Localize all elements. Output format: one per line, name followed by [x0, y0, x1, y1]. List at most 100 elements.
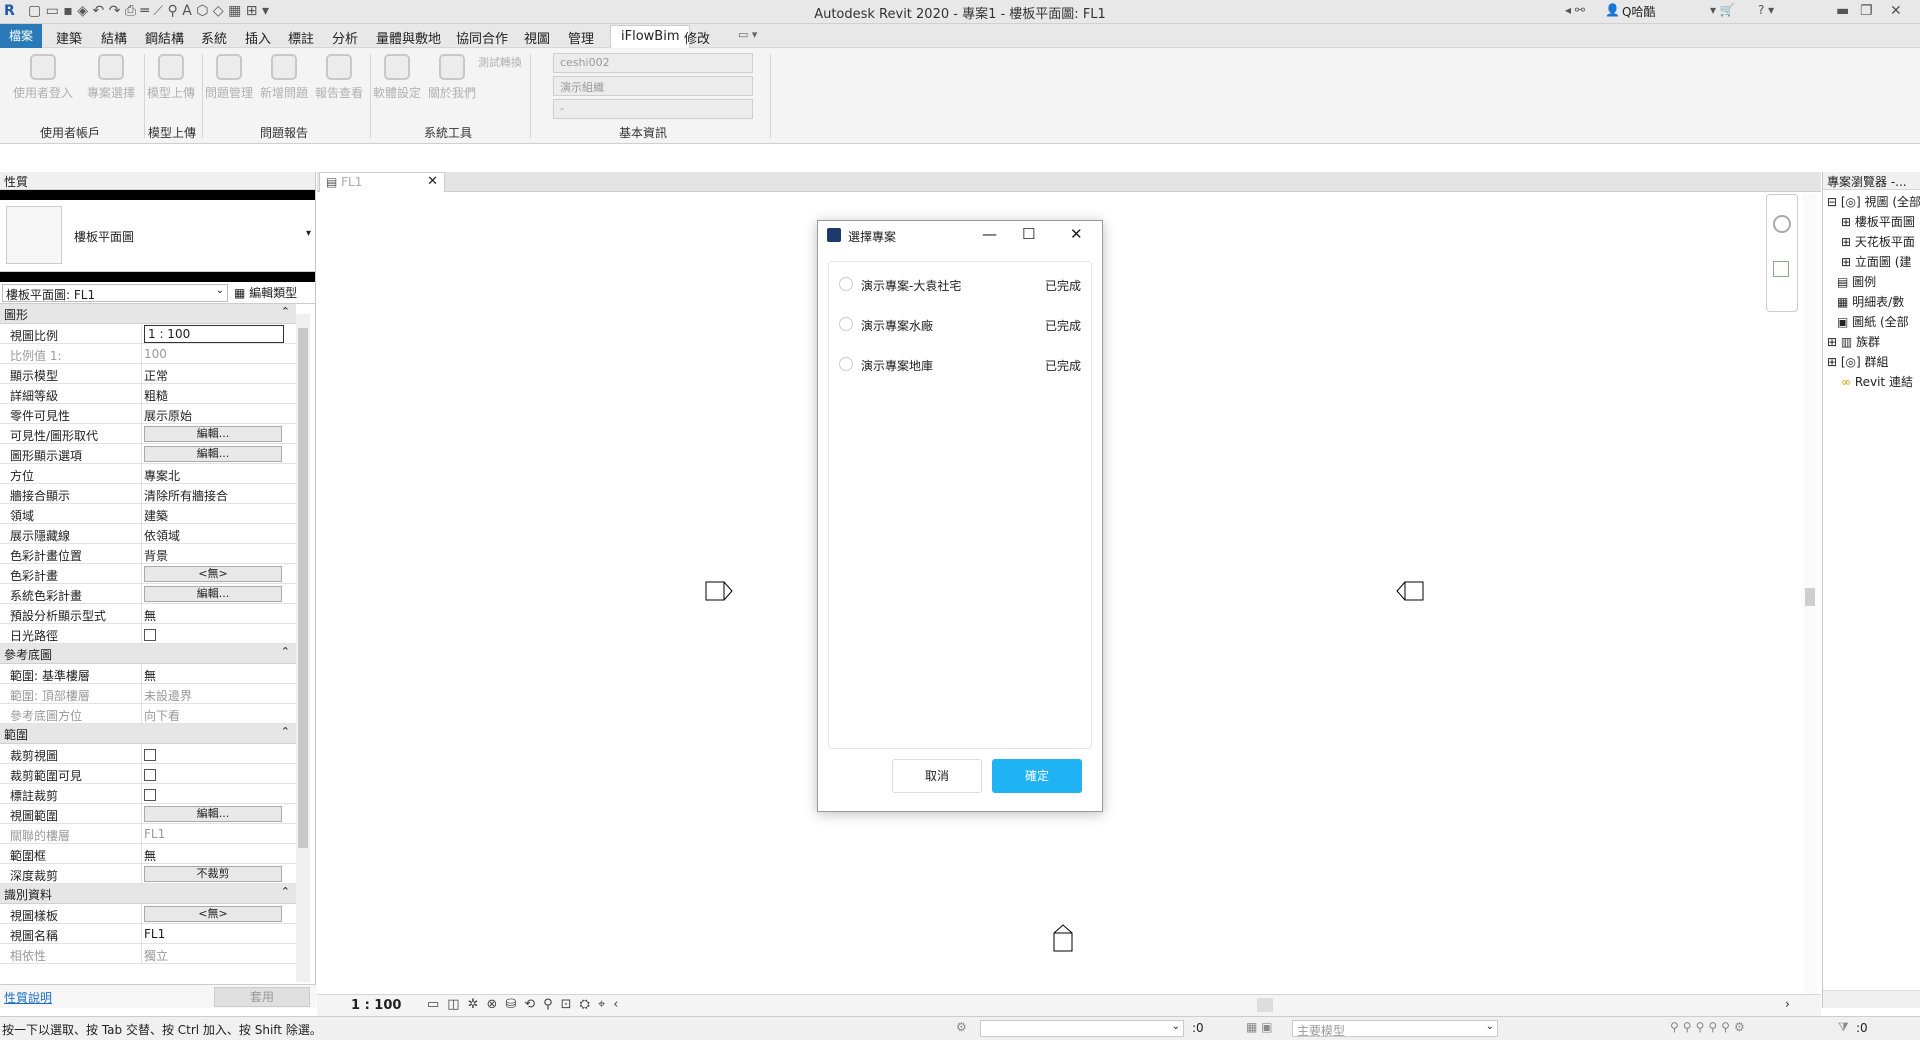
properties-help-link[interactable]: 性質說明: [4, 989, 52, 1006]
user-icon[interactable]: 👤: [1605, 3, 1620, 17]
test-convert-button[interactable]: 測試轉換: [478, 54, 522, 70]
tab-iflowbim[interactable]: iFlowBim: [610, 25, 691, 48]
tree-item-families[interactable]: ⊞ ▥ 族群: [1823, 332, 1920, 352]
property-value[interactable]: 無: [144, 847, 284, 864]
property-value[interactable]: 清除所有牆接合: [144, 487, 284, 504]
property-checkbox[interactable]: [144, 788, 156, 801]
search-icon[interactable]: ◂ ⚯: [1565, 3, 1585, 17]
property-button[interactable]: <無>: [144, 906, 282, 922]
instance-selector[interactable]: 樓板平面圖: FL1 ⌄: [2, 284, 228, 302]
workset-select[interactable]: ⌄: [980, 1020, 1184, 1037]
tree-item-elevations[interactable]: ⊞ 立面圖 (建: [1823, 252, 1920, 272]
elevation-marker-south-icon[interactable]: [1053, 924, 1073, 955]
property-button[interactable]: 編輯...: [144, 586, 282, 602]
about-button[interactable]: 關於我們: [417, 54, 487, 114]
tab-collaborate[interactable]: 協同合作: [456, 28, 508, 47]
tree-item-sheets[interactable]: ▣ 圖紙 (全部: [1823, 312, 1920, 332]
scrollbar-thumb[interactable]: [1805, 588, 1815, 606]
radio-button[interactable]: [839, 317, 853, 331]
cancel-button[interactable]: 取消: [892, 759, 982, 793]
user-name[interactable]: Q哈酷: [1622, 3, 1655, 20]
tree-item-legends[interactable]: ▤ 圖例: [1823, 272, 1920, 292]
tab-architecture[interactable]: 建築: [56, 28, 82, 47]
view-vertical-scrollbar[interactable]: [1803, 194, 1817, 994]
tab-manage[interactable]: 管理: [568, 28, 594, 47]
property-value[interactable]: 正常: [144, 367, 284, 384]
tree-item-floor-plans[interactable]: ⊞ 樓板平面圖: [1823, 212, 1920, 232]
tab-analyze[interactable]: 分析: [332, 28, 358, 47]
properties-section-header[interactable]: 範圍 ⌃: [0, 724, 296, 744]
tree-item-ceiling-plans[interactable]: ⊞ 天花板平面: [1823, 232, 1920, 252]
tab-systems[interactable]: 系統: [201, 28, 227, 47]
minimize-button[interactable]: —: [982, 225, 997, 243]
properties-section-header[interactable]: 圖形 ⌃: [0, 304, 296, 324]
login-button[interactable]: 使用者登入: [8, 54, 78, 114]
tab-fl1[interactable]: ▤ FL1 ✕: [319, 172, 445, 192]
project-item[interactable]: 演示專案水廠 已完成: [839, 312, 1083, 336]
tree-item-schedules[interactable]: ▦ 明細表/數: [1823, 292, 1920, 312]
scrollbar-thumb[interactable]: [298, 328, 308, 848]
property-value[interactable]: 依領域: [144, 527, 284, 544]
close-window-button[interactable]: ✕: [1890, 3, 1902, 19]
properties-section-header[interactable]: 識別資料 ⌃: [0, 884, 296, 904]
property-value[interactable]: 專案北: [144, 467, 284, 484]
tab-steel[interactable]: 鋼結構: [145, 28, 184, 47]
tree-item-groups[interactable]: ⊞ [◎] 群組: [1823, 352, 1920, 372]
elevation-marker-west-icon[interactable]: [705, 581, 733, 604]
edit-type-button[interactable]: ▦ 編輯類型: [234, 284, 297, 301]
tab-file[interactable]: 檔案: [0, 24, 42, 48]
worksets-icon[interactable]: ⚙: [956, 1020, 967, 1034]
help-icon[interactable]: ? ▾: [1758, 3, 1774, 17]
browser-horizontal-scrollbar[interactable]: [1823, 990, 1920, 1008]
tab-annotate[interactable]: 標註: [288, 28, 314, 47]
zoom-icon[interactable]: [1773, 261, 1789, 277]
restore-button[interactable]: ❐: [1860, 3, 1873, 19]
property-button[interactable]: 編輯...: [144, 446, 282, 462]
property-button[interactable]: <無>: [144, 566, 282, 582]
property-value[interactable]: 建築: [144, 507, 284, 524]
radio-button[interactable]: [839, 277, 853, 291]
design-options-icon[interactable]: ▦ ▣: [1246, 1020, 1273, 1034]
view-control-icons[interactable]: ▭◫✲⊗⛁⟲⚲⊡⛭⌖‹: [427, 997, 626, 1012]
ok-button[interactable]: 確定: [992, 759, 1082, 793]
tab-structure[interactable]: 結構: [101, 28, 127, 47]
tree-item-revit-links[interactable]: ∞ Revit 連結: [1823, 372, 1920, 392]
maximize-button[interactable]: ☐: [1022, 225, 1035, 243]
collapse-icon[interactable]: ⌃: [281, 725, 290, 738]
selection-filter-icons[interactable]: ⚲⚲⚲⚲⚲⚙: [1670, 1020, 1749, 1034]
type-selector[interactable]: 樓板平面圖 ▾: [0, 200, 315, 272]
property-value[interactable]: 背景: [144, 547, 284, 564]
tab-insert[interactable]: 插入: [245, 28, 271, 47]
steering-wheel-icon[interactable]: [1773, 215, 1791, 233]
property-button[interactable]: 不裁剪: [144, 866, 282, 882]
properties-scrollbar[interactable]: [296, 314, 310, 982]
project-item[interactable]: 演示專案-大袁社宅 已完成: [839, 272, 1083, 296]
property-checkbox[interactable]: [144, 628, 156, 641]
property-value[interactable]: 展示原始: [144, 407, 284, 424]
horizontal-scrollbar-thumb[interactable]: [1257, 998, 1273, 1012]
properties-section-header[interactable]: 參考底圖 ⌃: [0, 644, 296, 664]
property-button[interactable]: 編輯...: [144, 806, 282, 822]
minimize-button[interactable]: ▬: [1836, 3, 1849, 19]
filter-icon[interactable]: ⧩: [1838, 1020, 1849, 1035]
property-value[interactable]: FL1: [144, 927, 284, 941]
view-scale[interactable]: 1 : 100: [351, 998, 401, 1013]
ribbon-options-icon[interactable]: ▭ ▾: [738, 28, 757, 41]
tab-massing[interactable]: 量體與敷地: [376, 28, 441, 47]
close-button[interactable]: ✕: [1070, 225, 1083, 243]
collapse-icon[interactable]: ⌃: [281, 305, 290, 318]
property-checkbox[interactable]: [144, 748, 156, 761]
apply-button[interactable]: 套用: [214, 987, 310, 1007]
tree-item-views[interactable]: ⊟ [◎] 視圖 (全部: [1823, 192, 1920, 212]
property-value[interactable]: 粗糙: [144, 387, 284, 404]
cart-icon[interactable]: ▾ 🛒: [1710, 3, 1735, 17]
collapse-icon[interactable]: ⌃: [281, 885, 290, 898]
property-checkbox[interactable]: [144, 768, 156, 781]
property-value[interactable]: 無: [144, 667, 284, 684]
property-input[interactable]: 1 : 100: [144, 325, 284, 343]
close-icon[interactable]: ✕: [427, 174, 438, 189]
project-item[interactable]: 演示專案地庫 已完成: [839, 352, 1083, 376]
scroll-right-icon[interactable]: ›: [1785, 997, 1790, 1011]
tab-modify[interactable]: 修改: [684, 28, 710, 47]
design-option-select[interactable]: 主要模型 ⌄: [1292, 1020, 1498, 1038]
